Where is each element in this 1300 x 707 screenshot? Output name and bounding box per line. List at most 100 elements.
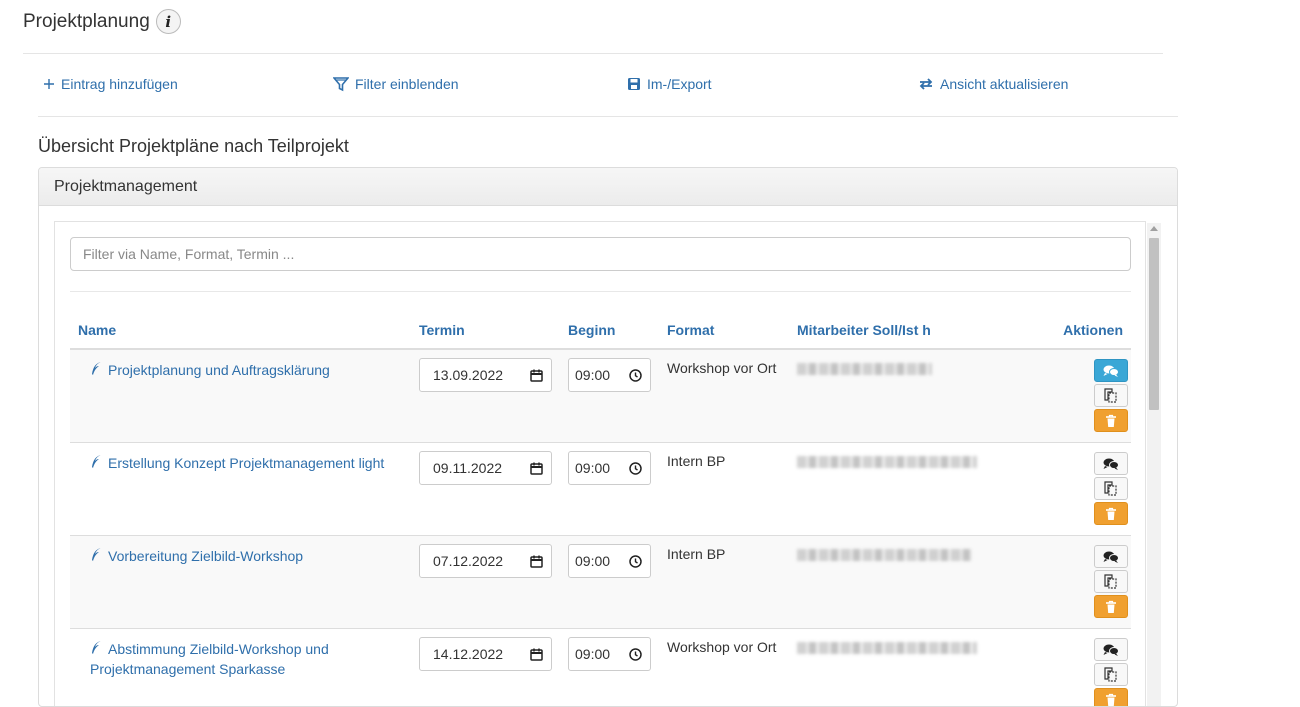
trash-icon xyxy=(1105,507,1117,521)
panel-heading: Projektmanagement xyxy=(39,168,1177,206)
comment-button[interactable] xyxy=(1094,359,1128,382)
clock-icon[interactable] xyxy=(629,555,642,568)
panel-body: Name Termin Beginn Format Mitarbeiter So… xyxy=(54,221,1146,707)
name-cell: Projektplanung und Auftragsklärung xyxy=(70,349,411,443)
delete-button[interactable] xyxy=(1094,688,1128,707)
table-row: Abstimmung Zielbild-Workshop und Projekt… xyxy=(70,629,1131,707)
format-cell: Workshop vor Ort xyxy=(659,349,789,443)
column-header-name[interactable]: Name xyxy=(70,311,411,349)
entry-name-link[interactable]: Projektplanung und Auftragsklärung xyxy=(108,362,330,378)
feather-icon xyxy=(90,454,102,469)
format-value: Intern BP xyxy=(667,546,725,562)
date-value: 07.12.2022 xyxy=(433,553,503,569)
redacted-staff-hours xyxy=(797,642,977,654)
feather-icon xyxy=(90,547,102,562)
name-cell: Erstellung Konzept Projektmanagement lig… xyxy=(70,443,411,536)
time-input[interactable]: 09:00 xyxy=(568,544,651,578)
filter-input[interactable] xyxy=(70,237,1131,271)
date-input[interactable]: 09.11.2022 xyxy=(419,451,552,485)
copy-button[interactable] xyxy=(1094,384,1128,407)
project-panel: Projektmanagement Name Termin Beginn For… xyxy=(38,167,1178,707)
name-cell: Vorbereitung Zielbild-Workshop xyxy=(70,536,411,629)
mitarbeiter-cell xyxy=(789,443,989,536)
date-value: 13.09.2022 xyxy=(433,367,503,383)
copy-icon xyxy=(1104,481,1118,496)
time-input[interactable]: 09:00 xyxy=(568,637,651,671)
calendar-icon[interactable] xyxy=(530,648,543,661)
column-header-mitarbeiter[interactable]: Mitarbeiter Soll/Ist h xyxy=(789,311,989,349)
add-entry-link[interactable]: Eintrag hinzufügen xyxy=(43,76,178,92)
clock-icon[interactable] xyxy=(629,648,642,661)
import-export-link[interactable]: Im-/Export xyxy=(627,76,712,92)
clock-icon[interactable] xyxy=(629,462,642,475)
table-header-row: Name Termin Beginn Format Mitarbeiter So… xyxy=(70,311,1131,349)
format-value: Intern BP xyxy=(667,453,725,469)
project-table: Name Termin Beginn Format Mitarbeiter So… xyxy=(70,311,1131,707)
section-title: Übersicht Projektpläne nach Teilprojekt xyxy=(38,136,349,157)
actions-cell xyxy=(989,536,1131,629)
beginn-cell: 09:00 xyxy=(560,536,659,629)
add-entry-label: Eintrag hinzufügen xyxy=(61,76,178,92)
entry-name-link[interactable]: Abstimmung Zielbild-Workshop und Projekt… xyxy=(90,641,329,677)
format-cell: Intern BP xyxy=(659,443,789,536)
table-row: Projektplanung und Auftragsklärung 13.09… xyxy=(70,349,1131,443)
beginn-cell: 09:00 xyxy=(560,443,659,536)
scrollbar-thumb[interactable] xyxy=(1149,238,1159,410)
trash-icon xyxy=(1105,414,1117,428)
calendar-icon[interactable] xyxy=(530,462,543,475)
delete-button[interactable] xyxy=(1094,595,1128,618)
entry-name-link[interactable]: Vorbereitung Zielbild-Workshop xyxy=(108,548,303,564)
comment-button[interactable] xyxy=(1094,638,1128,661)
scrollbar[interactable] xyxy=(1147,223,1161,707)
time-input[interactable]: 09:00 xyxy=(568,451,651,485)
entry-name-link[interactable]: Erstellung Konzept Projektmanagement lig… xyxy=(108,455,384,471)
actions-cell xyxy=(989,629,1131,707)
column-header-beginn[interactable]: Beginn xyxy=(560,311,659,349)
comments-icon xyxy=(1102,550,1120,564)
copy-button[interactable] xyxy=(1094,663,1128,686)
comment-button[interactable] xyxy=(1094,452,1128,475)
copy-button[interactable] xyxy=(1094,570,1128,593)
refresh-view-label: Ansicht aktualisieren xyxy=(940,76,1068,92)
time-input[interactable]: 09:00 xyxy=(568,358,651,392)
refresh-view-link[interactable]: Ansicht aktualisieren xyxy=(918,76,1068,92)
info-icon[interactable]: i xyxy=(156,9,181,34)
date-input[interactable]: 07.12.2022 xyxy=(419,544,552,578)
delete-button[interactable] xyxy=(1094,409,1128,432)
calendar-icon[interactable] xyxy=(530,555,543,568)
redacted-staff-hours xyxy=(797,363,932,375)
copy-icon xyxy=(1104,574,1118,589)
delete-button[interactable] xyxy=(1094,502,1128,525)
mitarbeiter-cell xyxy=(789,629,989,707)
termin-cell: 14.12.2022 xyxy=(411,629,560,707)
mitarbeiter-cell xyxy=(789,536,989,629)
scroll-up-arrow[interactable] xyxy=(1150,226,1158,231)
actions-cell xyxy=(989,443,1131,536)
table-row: Vorbereitung Zielbild-Workshop 07.12.202… xyxy=(70,536,1131,629)
time-value: 09:00 xyxy=(575,367,610,383)
import-export-label: Im-/Export xyxy=(647,76,712,92)
column-header-termin[interactable]: Termin xyxy=(411,311,560,349)
show-filter-link[interactable]: Filter einblenden xyxy=(333,76,459,92)
copy-button[interactable] xyxy=(1094,477,1128,500)
trash-icon xyxy=(1105,600,1117,614)
redacted-staff-hours xyxy=(797,456,977,468)
comments-icon xyxy=(1102,643,1120,657)
time-value: 09:00 xyxy=(575,553,610,569)
table-row: Erstellung Konzept Projektmanagement lig… xyxy=(70,443,1131,536)
copy-icon xyxy=(1104,667,1118,682)
clock-icon[interactable] xyxy=(629,369,642,382)
feather-icon xyxy=(90,361,102,376)
comments-icon xyxy=(1102,457,1120,471)
comment-button[interactable] xyxy=(1094,545,1128,568)
actions-cell xyxy=(989,349,1131,443)
termin-cell: 07.12.2022 xyxy=(411,536,560,629)
column-header-format[interactable]: Format xyxy=(659,311,789,349)
calendar-icon[interactable] xyxy=(530,369,543,382)
date-input[interactable]: 13.09.2022 xyxy=(419,358,552,392)
time-value: 09:00 xyxy=(575,460,610,476)
column-header-aktionen: Aktionen xyxy=(989,311,1131,349)
name-cell: Abstimmung Zielbild-Workshop und Projekt… xyxy=(70,629,411,707)
refresh-arrows-icon xyxy=(918,77,934,91)
date-input[interactable]: 14.12.2022 xyxy=(419,637,552,671)
